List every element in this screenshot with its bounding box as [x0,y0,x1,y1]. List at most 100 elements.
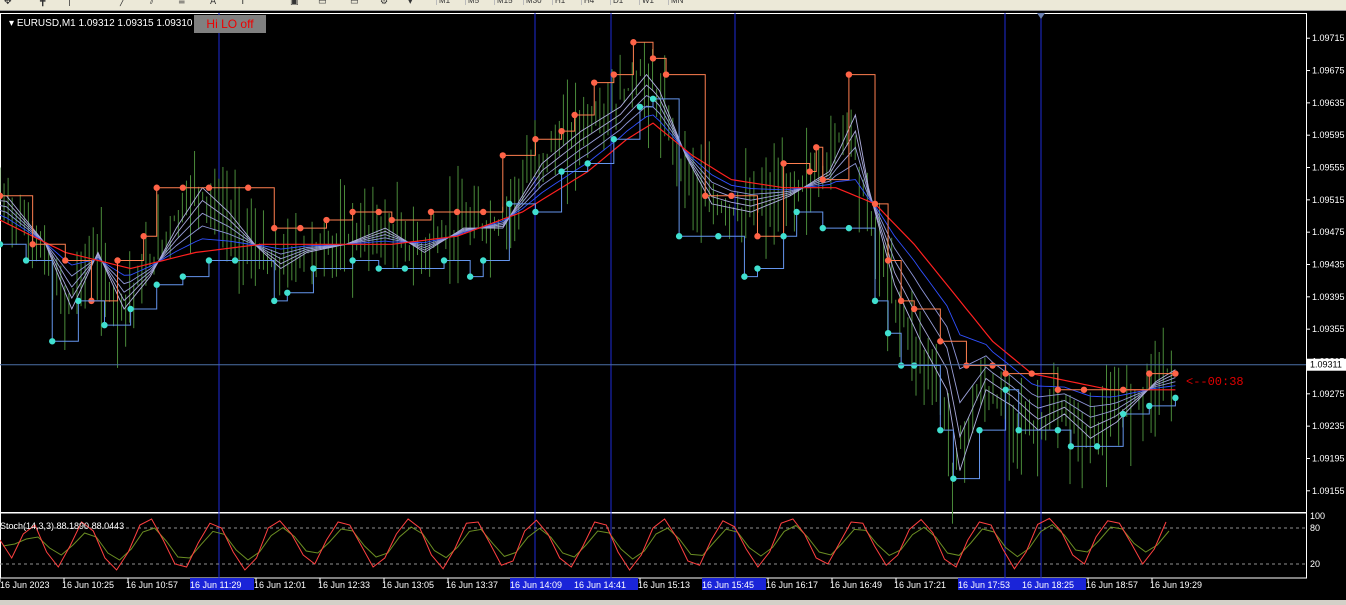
high-dot [499,152,507,159]
timeframe-mn[interactable]: MN [668,0,685,5]
low-dot [675,233,683,240]
high-dot [610,71,618,78]
high-dot [427,208,435,216]
low-dot [950,475,957,482]
low-dot [741,273,748,280]
low-dot [440,257,448,264]
label-icon[interactable]: T [240,0,246,7]
high-dot [558,127,565,135]
low-dot [911,362,918,369]
high-dot [0,192,4,200]
low-dot [937,426,944,434]
price-tick-label: 1.09275 [1312,389,1345,399]
low-dot [793,208,800,216]
properties-icon[interactable]: ⚙ [380,0,388,7]
timeframe-h1[interactable]: H1 [552,0,567,5]
cursor-icon[interactable]: ✥ [4,0,12,7]
low-dot [0,241,4,248]
low-dot [1015,426,1022,434]
low-dot [101,321,108,329]
timeframe-w1[interactable]: W1 [639,0,656,5]
low-dot [754,265,761,272]
vertical-line-icon[interactable]: | [68,0,71,7]
zoom-icon[interactable]: ▭ [350,0,359,7]
time-tick-label: 16 Jun 19:29 [1150,580,1202,590]
channel-icon[interactable]: ⫽ [150,0,154,7]
stochastic-signal-line [2,523,1170,561]
high-dot [140,233,147,240]
timeframe-m15[interactable]: M15 [494,0,515,5]
low-dot [558,168,565,175]
price-tick-label: 1.09355 [1312,324,1345,334]
high-dot [911,305,918,313]
low-dot [401,265,409,272]
high-dot [532,136,539,143]
high-dot [153,184,160,191]
low-dot [284,289,291,296]
high-dot [871,200,879,208]
high-dot [244,184,252,191]
symbol-label-text: EURUSD,M1 1.09312 1.09315 1.09310 1.09 [16,18,215,29]
high-dot [813,144,820,151]
shapes-icon[interactable]: ▭ [318,0,327,7]
low-dot [349,257,356,264]
price-tick-label: 1.09435 [1312,260,1345,270]
time-tick-label: 16 Jun 12:33 [318,580,370,590]
timeframe-m1[interactable]: M1 [436,0,452,5]
low-dot [466,273,474,280]
time-tick-label: 16 Jun 14:09 [510,580,562,590]
time-tick-label: 16 Jun 18:25 [1022,580,1074,590]
time-tick-label: 16 Jun 13:37 [446,580,498,590]
low-dot [231,257,239,264]
low-dot [480,257,487,264]
low-dot [375,265,382,272]
time-tick-label: 16 Jun 17:53 [958,580,1010,590]
high-dot [662,71,670,78]
trendline-icon[interactable]: ╱ [120,0,125,7]
high-dot [728,192,735,200]
timeframe-d1[interactable]: D1 [610,0,625,5]
time-tick-label: 16 Jun 17:21 [894,580,946,590]
high-dot [205,184,213,191]
high-dot [1028,370,1035,377]
timeframe-m5[interactable]: M5 [465,0,481,5]
high-dot [1002,370,1009,377]
high-dot [1080,386,1088,393]
arrow-icon[interactable]: ▣ [290,0,299,7]
timeframe-m30[interactable]: M30 [523,0,544,5]
high-dot [480,208,487,216]
crosshair-icon[interactable]: ╋ [40,0,45,7]
low-dot [532,208,539,216]
high-dot [937,338,944,345]
low-dot [1093,443,1101,450]
high-dot [1172,370,1179,377]
price-tick-label: 1.09635 [1312,98,1345,108]
text-icon[interactable]: A [210,0,216,7]
high-dot [388,216,395,224]
low-dot [649,95,657,103]
main-plot-frame [0,13,1307,513]
low-dot [871,297,879,305]
price-tick-label: 1.09475 [1312,227,1345,237]
low-dot [780,233,787,240]
timeframe-h4[interactable]: H4 [581,0,596,5]
high-dot [179,184,187,191]
fibonacci-icon[interactable]: ≡ [178,0,186,7]
stochastic-level-label: 100 [1310,511,1325,521]
price-chart[interactable]: 1.09715 1.09675 1.09635 1.09595 1.09555 1.095… [0,11,1346,600]
time-marker-triangle-icon [1037,13,1045,19]
high-dot [1146,370,1153,377]
current-price-label: 1.09311 [1310,360,1342,370]
low-dot [610,136,618,143]
chart-area[interactable]: 1.09715 1.09675 1.09635 1.09595 1.09555 1.095… [0,11,1346,600]
high-dot [884,257,892,264]
templates-icon[interactable]: ▾ [408,0,413,7]
high-dot [271,224,278,232]
time-tick-label: 16 Jun 18:57 [1086,580,1138,590]
low-dot [1172,394,1179,402]
price-tick-label: 1.09715 [1312,33,1345,43]
hilo-toggle-button[interactable]: Hi LO off [194,15,266,33]
price-tick-label: 1.09235 [1312,421,1345,431]
high-dot [571,111,578,119]
low-dot [845,224,853,232]
